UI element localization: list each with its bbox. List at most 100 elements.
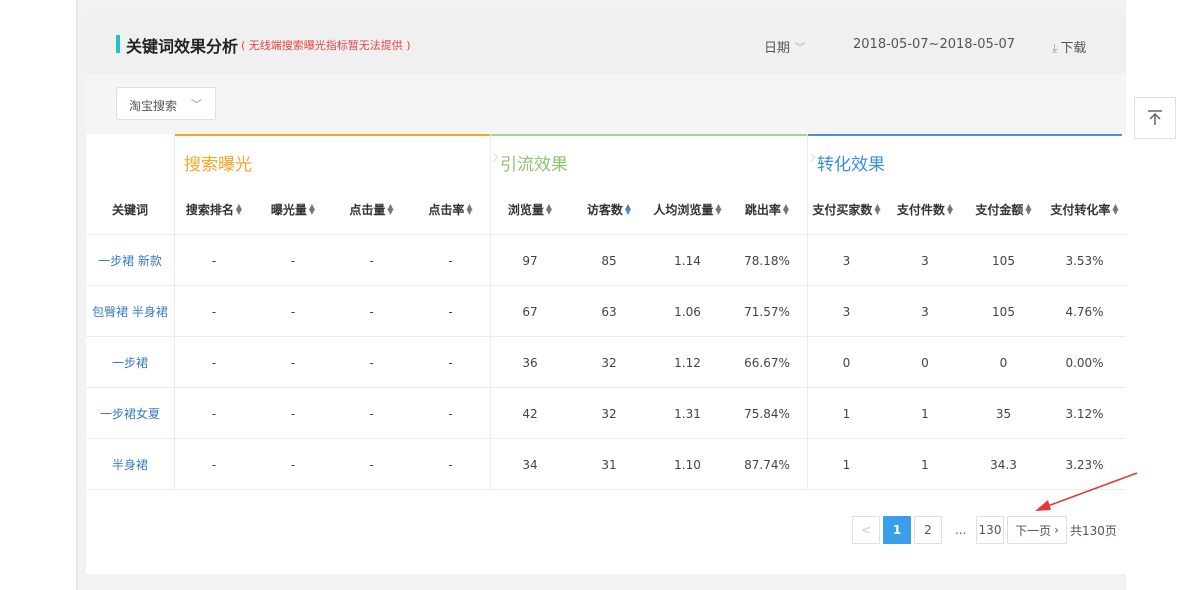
cell-page-views: 67 [522,304,538,319]
column-header-label: 支付转化率 [1050,202,1111,217]
cell-exposure: - [290,304,296,319]
prev-page-button[interactable]: < [852,516,880,544]
cell-paid-amount: 0 [999,355,1008,370]
cell-avg-page-views: 1.10 [674,457,701,472]
page-button-last[interactable]: 130 [976,516,1004,544]
cell-click-rate: - [448,253,453,268]
sort-icon[interactable]: ▲ ▼ [546,203,552,216]
page-ellipsis: ... [955,523,967,537]
column-header-label: 曝光量 [270,202,307,217]
column-header-label: 人均浏览量 [653,202,714,217]
table-row: 一步裙 新款 - - - - 97 85 1.14 78.18% 3 3 105 3.53% [86,234,1126,285]
panel-header: 关键词效果分析 ( 无线端搜索曝光指标暂无法提供 ) 日期 ﹀ 2018-05-… [86,14,1126,74]
column-header-avg-page-views[interactable]: 人均浏览量 ▲ ▼ [648,184,727,234]
cell-paid-amount: 105 [992,253,1015,268]
cell-avg-page-views: 1.31 [674,406,701,421]
column-header-click-rate[interactable]: 点击率 ▲ ▼ [411,184,490,234]
sort-icon[interactable]: ▲ ▼ [874,203,880,216]
cell-paid-amount: 34.3 [990,457,1017,472]
cell-page-views: 34 [522,457,538,472]
cell-clicks: - [369,406,374,421]
column-header-search-rank[interactable]: 搜索排名 ▲ ▼ [174,184,254,234]
group-line [490,134,807,136]
cell-visitors: 31 [601,457,617,472]
column-header-label: 支付件数 [896,202,945,217]
next-page-button[interactable]: 下一页 › [1007,516,1067,544]
column-header-visitors[interactable]: 访客数 ▲ ▼ [570,184,648,234]
cell-bounce-rate: 75.84% [744,406,790,421]
keyword-link[interactable]: 一步裙 [86,337,174,388]
column-header-exposure[interactable]: 曝光量 ▲ ▼ [254,184,332,234]
group-traffic-effect: 引流效果 › [490,134,817,184]
sort-icon[interactable]: ▲ ▼ [1025,203,1031,216]
table-row: 半身裙 - - - - 34 31 1.10 87.74% 1 1 34.3 3.23% [86,438,1126,489]
cell-paid-items: 0 [921,355,929,370]
keyword-link[interactable]: 包臀裙 半身裙 [86,286,174,337]
keyword-link[interactable]: 一步裙 新款 [86,235,174,286]
back-to-top-button[interactable] [1134,97,1176,139]
cell-exposure: - [290,406,296,421]
column-header-label: 搜索排名 [185,202,234,217]
cell-clicks: - [369,355,374,370]
cell-bounce-rate: 78.18% [744,253,790,268]
group-search-exposure: 搜索曝光 › [174,134,500,184]
column-header-bounce-rate[interactable]: 跳出率 ▲ ▼ [727,184,807,234]
column-header-clicks[interactable]: 点击量 ▲ ▼ [332,184,411,234]
cell-visitors: 32 [601,406,617,421]
cell-pay-conversion-rate: 0.00% [1065,355,1104,370]
cell-paying-buyers: 1 [842,457,851,472]
sort-icon[interactable]: ▲ ▼ [625,203,631,216]
sort-icon[interactable]: ▲ ▼ [947,203,953,216]
column-header-pay-conversion-rate[interactable]: 支付转化率 ▲ ▼ [1043,184,1126,234]
cell-search-rank: - [211,406,217,421]
cell-pay-conversion-rate: 4.76% [1065,304,1104,319]
column-header-paid-amount[interactable]: 支付金额 ▲ ▼ [964,184,1043,234]
cell-visitors: 85 [601,253,617,268]
column-header-keyword: 关键词 [86,184,174,234]
sort-icon[interactable]: ▲ ▼ [387,203,393,216]
sort-icon[interactable]: ▲ ▼ [309,203,315,216]
column-header-page-views[interactable]: 浏览量 ▲ ▼ [490,184,570,234]
page-button-1[interactable]: 1 [883,516,911,544]
column-header-label: 支付买家数 [812,202,873,217]
cell-click-rate: - [448,406,453,421]
cell-clicks: - [369,457,374,472]
chevron-down-icon[interactable]: ﹀ [795,39,805,54]
cell-click-rate: - [448,304,453,319]
column-header-label: 关键词 [111,202,148,217]
title-accent-bar [116,35,120,53]
column-header-paying-buyers[interactable]: 支付买家数 ▲ ▼ [807,184,886,234]
table-bottom-border [86,489,1126,490]
filter-bar: 淘宝搜索 ﹀ [86,74,1126,134]
cell-paid-items: 1 [921,406,929,421]
panel-title: 关键词效果分析 [126,37,239,56]
table-row: 一步裙女夏 - - - - 42 32 1.31 75.84% 1 1 35 3.12% [86,387,1126,438]
cell-clicks: - [369,304,374,319]
keyword-link[interactable]: 半身裙 [86,439,174,490]
cell-click-rate: - [448,457,453,472]
cell-paid-amount: 105 [992,304,1015,319]
group-label: 引流效果 [500,155,568,175]
page-button-2[interactable]: 2 [914,516,942,544]
cell-search-rank: - [211,304,217,319]
table-row: 一步裙 - - - - 36 32 1.12 66.67% 0 0 0 0.00% [86,336,1126,387]
keyword-effect-panel: 关键词效果分析 ( 无线端搜索曝光指标暂无法提供 ) 日期 ﹀ 2018-05-… [86,14,1126,574]
sort-icon[interactable]: ▲ ▼ [715,203,721,216]
sort-icon[interactable]: ▲ ▼ [783,203,789,216]
date-selector[interactable]: 日期 [764,37,790,56]
sort-icon[interactable]: ▲ ▼ [236,203,242,216]
sort-icon[interactable]: ▲ ▼ [1112,203,1118,216]
cell-search-rank: - [211,355,217,370]
chevron-right-icon: › [1054,523,1059,537]
cell-paid-items: 1 [921,457,929,472]
download-button[interactable]: ⤓ 下载 [1052,37,1086,56]
column-header-label: 浏览量 [507,202,544,217]
group-label: 搜索曝光 [184,155,252,175]
cell-bounce-rate: 87.74% [744,457,790,472]
search-source-dropdown[interactable]: 淘宝搜索 ﹀ [116,87,216,120]
keyword-link[interactable]: 一步裙女夏 [86,388,174,439]
column-header-paid-items[interactable]: 支付件数 ▲ ▼ [886,184,964,234]
sort-icon[interactable]: ▲ ▼ [466,203,472,216]
cell-search-rank: - [211,253,217,268]
back-to-top-icon [1148,110,1162,125]
